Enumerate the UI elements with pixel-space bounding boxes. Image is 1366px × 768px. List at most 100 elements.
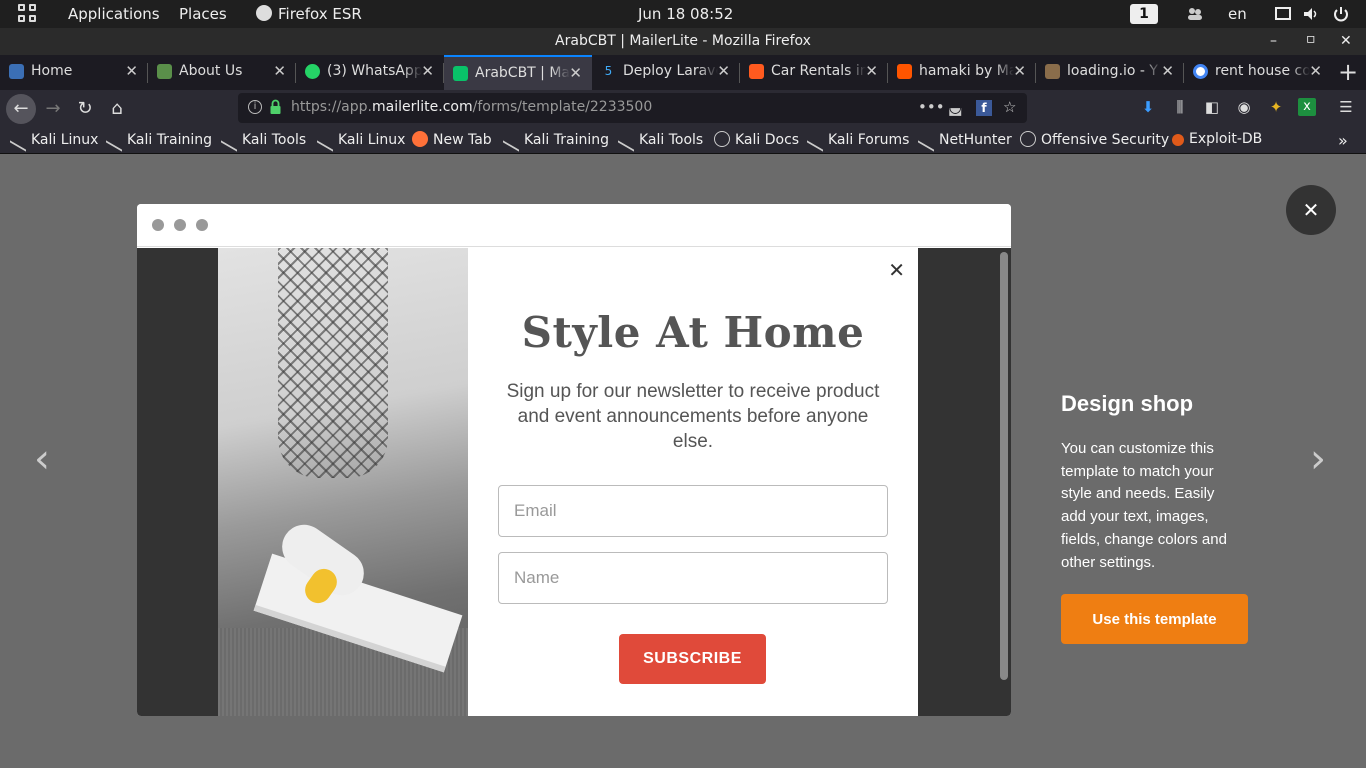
bookmark-label: Kali Linux — [338, 132, 406, 148]
downloads-icon[interactable]: ⬇ — [1138, 98, 1158, 118]
pocket-icon[interactable]: ◛ — [948, 98, 963, 116]
kali-dragon-icon — [807, 126, 823, 152]
extension-icon[interactable]: ✦ — [1266, 98, 1286, 118]
globe-icon — [1020, 131, 1036, 147]
bookmark-kali-linux-2[interactable]: Kali Linux — [317, 126, 406, 152]
excel-extension-icon[interactable]: x — [1298, 98, 1316, 116]
url-domain: mailerlite.com — [372, 99, 473, 115]
site-info-icon[interactable]: i — [248, 100, 262, 114]
bookmarks-toolbar: Kali Linux Kali Training Kali Tools Kali… — [0, 126, 1366, 154]
tab-label: ArabCBT | MailerLite — [475, 65, 570, 81]
account-icon[interactable]: ◉ — [1234, 98, 1254, 118]
exploit-db-icon — [1172, 134, 1184, 146]
preview-window-chrome — [137, 204, 1011, 247]
tab-close-icon[interactable]: ✕ — [1161, 62, 1174, 80]
app-grid-icon[interactable] — [18, 4, 38, 24]
window-dot-icon — [174, 219, 186, 231]
tab-rent-house[interactable]: rent house co ✕ — [1184, 55, 1332, 90]
bookmark-kali-forums[interactable]: Kali Forums — [807, 126, 909, 152]
subscribe-button[interactable]: SUBSCRIBE — [619, 634, 766, 684]
bookmark-kali-training-2[interactable]: Kali Training — [503, 126, 609, 152]
tab-label: (3) WhatsApp — [327, 63, 422, 79]
places-menu[interactable]: Places — [179, 5, 227, 23]
applications-menu[interactable]: Applications — [68, 5, 160, 23]
template-preview-window: ✕ Style At Home Sign up for our newslett… — [137, 204, 1011, 716]
next-template-arrow-icon[interactable]: › — [1310, 439, 1326, 479]
bookmark-kali-docs[interactable]: Kali Docs — [714, 131, 799, 148]
tab-close-icon[interactable]: ✕ — [865, 62, 878, 80]
bookmark-new-tab[interactable]: New Tab — [412, 131, 492, 148]
tab-close-icon[interactable]: ✕ — [125, 62, 138, 80]
tab-close-icon[interactable]: ✕ — [569, 64, 582, 82]
menu-icon[interactable]: ☰ — [1336, 98, 1356, 118]
popup-description: Sign up for our newsletter to receive pr… — [506, 381, 880, 452]
tab-mailerlite[interactable]: ArabCBT | MailerLite ✕ — [444, 55, 592, 90]
tab-strip: Home ✕ About Us ✕ (3) WhatsApp ✕ ArabCBT… — [0, 55, 1366, 90]
tab-car-rentals[interactable]: Car Rentals in ✕ — [740, 55, 888, 90]
power-icon[interactable] — [1332, 5, 1350, 23]
tab-hamaki[interactable]: hamaki by Ma ✕ — [888, 55, 1036, 90]
bookmarks-overflow-icon[interactable]: » — [1338, 131, 1348, 150]
tab-label: rent house co — [1215, 63, 1310, 79]
bookmark-exploit-db[interactable]: Exploit-DB — [1172, 131, 1262, 147]
email-field[interactable] — [498, 485, 888, 537]
close-preview-button[interactable]: ✕ — [1286, 185, 1336, 235]
use-template-button[interactable]: Use this template — [1061, 594, 1248, 645]
window-title: ArabCBT | MailerLite - Mozilla Firefox — [555, 33, 811, 49]
bookmark-label: New Tab — [433, 132, 492, 148]
bookmark-kali-training[interactable]: Kali Training — [106, 126, 212, 152]
language-indicator[interactable]: en — [1228, 5, 1247, 23]
firefox-app-menu[interactable]: Firefox ESR — [256, 5, 362, 23]
page-actions-icon[interactable]: ••• — [918, 98, 945, 116]
bookmark-kali-tools[interactable]: Kali Tools — [221, 126, 306, 152]
home-button[interactable]: ⌂ — [105, 97, 129, 121]
url-path: /forms/template/2233500 — [472, 99, 653, 115]
tab-whatsapp[interactable]: (3) WhatsApp ✕ — [296, 55, 444, 90]
previous-template-arrow-icon[interactable]: ‹ — [34, 439, 50, 479]
window-dot-icon — [196, 219, 208, 231]
name-field[interactable] — [498, 552, 888, 604]
library-icon[interactable]: ⫼ — [1170, 98, 1190, 118]
tab-loading-io[interactable]: loading.io - Y ✕ — [1036, 55, 1184, 90]
bookmark-star-icon[interactable]: ☆ — [1003, 98, 1016, 116]
screen-icon[interactable] — [1274, 5, 1292, 23]
url-bar[interactable]: i https://app.mailerlite.com/forms/templ… — [238, 93, 1027, 123]
tab-close-icon[interactable]: ✕ — [717, 62, 730, 80]
tab-label: About Us — [179, 63, 243, 79]
maximize-icon[interactable]: ▫ — [1306, 31, 1316, 47]
magazines-photo — [218, 248, 468, 716]
workspace-indicator[interactable]: 1 — [1130, 4, 1158, 24]
bookmark-kali-linux[interactable]: Kali Linux — [10, 126, 98, 152]
gnome-top-bar: Applications Places Firefox ESR Jun 18 0… — [0, 0, 1366, 28]
lock-icon[interactable] — [270, 99, 281, 115]
back-button[interactable]: ← — [6, 94, 36, 124]
template-title: Design shop — [1061, 391, 1194, 416]
tab-deploy-laravel[interactable]: 5 Deploy Laravel ✕ — [592, 55, 740, 90]
bookmark-nethunter[interactable]: NetHunter — [918, 126, 1012, 152]
bookmark-kali-tools-2[interactable]: Kali Tools — [618, 126, 703, 152]
sidebar-icon[interactable]: ◧ — [1202, 98, 1222, 118]
reload-button[interactable]: ↻ — [73, 97, 97, 121]
google-icon — [1193, 64, 1208, 79]
window-close-icon[interactable]: ✕ — [1340, 33, 1352, 49]
forward-button[interactable]: → — [41, 97, 65, 121]
bookmark-offensive-security[interactable]: Offensive Security — [1020, 131, 1169, 148]
bookmark-label: Kali Docs — [735, 132, 800, 148]
minimize-icon[interactable]: – — [1270, 33, 1277, 49]
new-tab-button[interactable]: + — [1338, 58, 1358, 86]
tab-about-us[interactable]: About Us ✕ — [148, 55, 296, 90]
popup-close-icon[interactable]: ✕ — [888, 258, 905, 282]
preview-scrollbar[interactable] — [1000, 252, 1008, 680]
tab-close-icon[interactable]: ✕ — [421, 62, 434, 80]
tab-close-icon[interactable]: ✕ — [1013, 62, 1026, 80]
bookmark-label: Exploit-DB — [1189, 131, 1263, 147]
tab-home[interactable]: Home ✕ — [0, 55, 148, 90]
clock[interactable]: Jun 18 08:52 — [638, 5, 733, 23]
volume-icon[interactable] — [1302, 5, 1320, 23]
url-text[interactable]: https://app.mailerlite.com/forms/templat… — [291, 99, 652, 115]
tab-close-icon[interactable]: ✕ — [1309, 62, 1322, 80]
tab-close-icon[interactable]: ✕ — [273, 62, 286, 80]
tab-label: loading.io - Y — [1067, 63, 1158, 79]
people-icon[interactable] — [1186, 5, 1204, 23]
facebook-icon[interactable]: f — [976, 100, 992, 116]
